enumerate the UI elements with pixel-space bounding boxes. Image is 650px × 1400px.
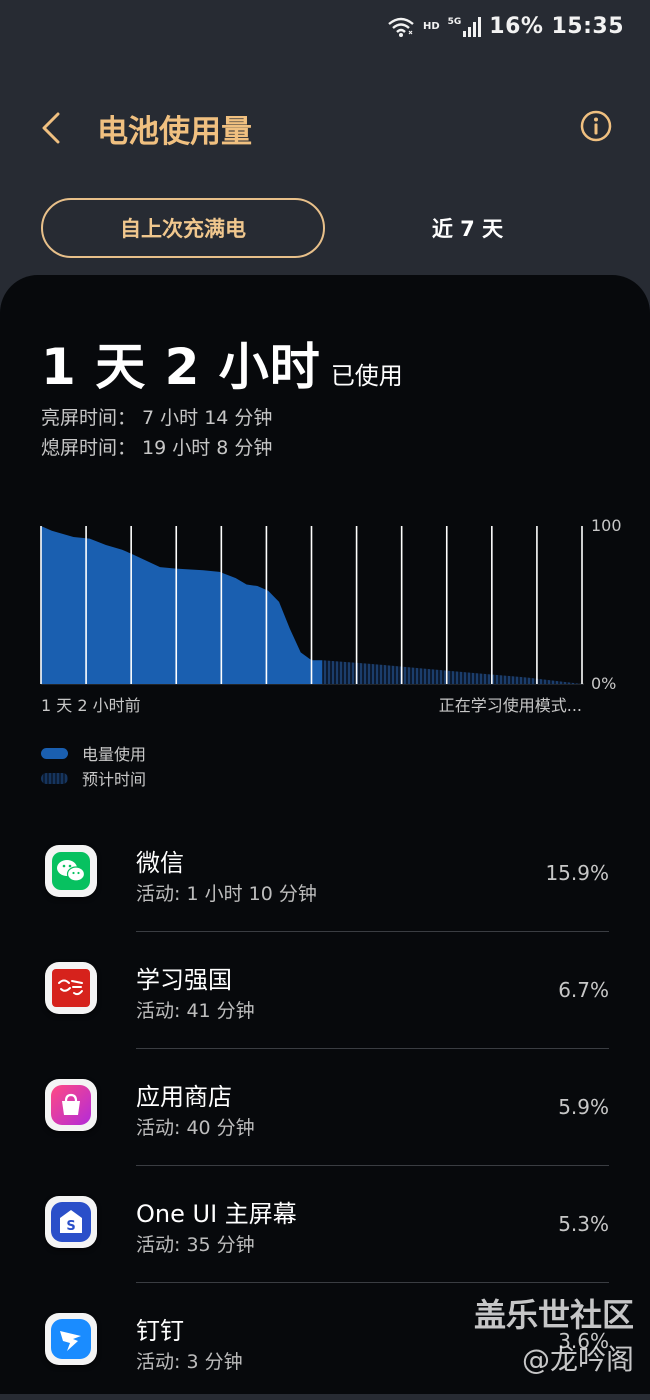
tab-last-7-days[interactable]: 近 7 天 xyxy=(360,198,575,258)
battery-usage-card: 1 天 2 小时 已使用 亮屏时间： 7 小时 14 分钟 熄屏时间： 19 小… xyxy=(0,275,650,1394)
app-activity: 活动: 35 分钟 xyxy=(136,1234,255,1256)
legend-label-predicted: 预计时间 xyxy=(82,770,147,789)
legend-item-predicted: 预计时间 xyxy=(41,766,146,790)
app-name: 应用商店 xyxy=(136,1083,232,1111)
legend-item-usage: 电量使用 xyxy=(41,741,146,765)
app-name: 学习强国 xyxy=(136,966,232,994)
app-row-galaxy-store[interactable]: 应用商店 活动: 40 分钟 5.9% xyxy=(0,1049,650,1166)
app-percent: 15.9% xyxy=(545,861,609,885)
app-row-wechat[interactable]: 微信 活动: 1 小时 10 分钟 15.9% xyxy=(0,815,650,932)
battery-used-area xyxy=(41,526,323,684)
back-chevron-icon[interactable] xyxy=(38,108,68,148)
app-bar: 电池使用量 xyxy=(0,100,650,156)
xuexi-qiangguo-icon xyxy=(45,962,97,1014)
y-label-0: 0% xyxy=(591,674,616,693)
app-row-xuexi[interactable]: 学习强国 活动: 41 分钟 6.7% xyxy=(0,932,650,1049)
wifi-icon xyxy=(388,17,414,37)
battery-percent: 16% xyxy=(489,14,544,39)
app-name: 微信 xyxy=(136,849,184,877)
x-label-start: 1 天 2 小时前 xyxy=(41,696,141,715)
screen-off-time: 熄屏时间： 19 小时 8 分钟 xyxy=(41,437,273,459)
watermark-title: 盖乐世社区 xyxy=(473,1296,634,1334)
dingtalk-icon xyxy=(45,1313,97,1365)
legend-label-usage: 电量使用 xyxy=(82,745,147,764)
app-percent: 5.9% xyxy=(558,1095,609,1119)
app-name: 钉钉 xyxy=(136,1317,184,1345)
app-percent: 5.3% xyxy=(558,1212,609,1236)
battery-chart: 100 0% 1 天 2 小时前 正在学习使用模式... xyxy=(40,516,622,715)
app-activity: 活动: 1 小时 10 分钟 xyxy=(136,883,317,905)
predicted-area xyxy=(322,660,582,684)
app-row-one-ui-home[interactable]: S One UI 主屏幕 活动: 35 分钟 5.3% xyxy=(0,1166,650,1283)
app-percent: 6.7% xyxy=(558,978,609,1002)
signal-5g: 5G xyxy=(447,16,482,37)
usage-suffix: 已使用 xyxy=(330,362,403,390)
signal-icon xyxy=(463,16,482,37)
usage-summary: 1 天 2 小时 已使用 xyxy=(41,327,403,399)
total-usage-time: 1 天 2 小时 xyxy=(41,338,321,396)
wechat-icon xyxy=(45,845,97,897)
y-label-100: 100 xyxy=(591,516,622,535)
svg-text:S: S xyxy=(66,1219,75,1234)
galaxy-store-icon xyxy=(45,1079,97,1131)
app-activity: 活动: 3 分钟 xyxy=(136,1351,243,1373)
legend-swatch-usage xyxy=(41,747,68,759)
page-title: 电池使用量 xyxy=(97,114,252,150)
network-type: 5G xyxy=(447,16,462,27)
clock: 15:35 xyxy=(551,14,624,39)
period-tabs: 自上次充满电 近 7 天 xyxy=(0,198,650,258)
info-icon[interactable] xyxy=(580,110,612,142)
screen-on-time: 亮屏时间： 7 小时 14 分钟 xyxy=(41,407,273,429)
hd-indicator: HD xyxy=(422,21,440,32)
tab-since-full-charge[interactable]: 自上次充满电 xyxy=(41,198,325,258)
watermark-author: @龙吟阁 xyxy=(521,1343,634,1376)
app-activity: 活动: 41 分钟 xyxy=(136,1000,255,1022)
status-bar: HD 5G 16% 15:35 xyxy=(0,0,650,56)
app-name: One UI 主屏幕 xyxy=(136,1200,297,1228)
x-label-end: 正在学习使用模式... xyxy=(439,696,582,715)
app-activity: 活动: 40 分钟 xyxy=(136,1117,255,1139)
one-ui-home-icon: S xyxy=(45,1196,97,1248)
legend-swatch-predicted xyxy=(41,772,68,784)
